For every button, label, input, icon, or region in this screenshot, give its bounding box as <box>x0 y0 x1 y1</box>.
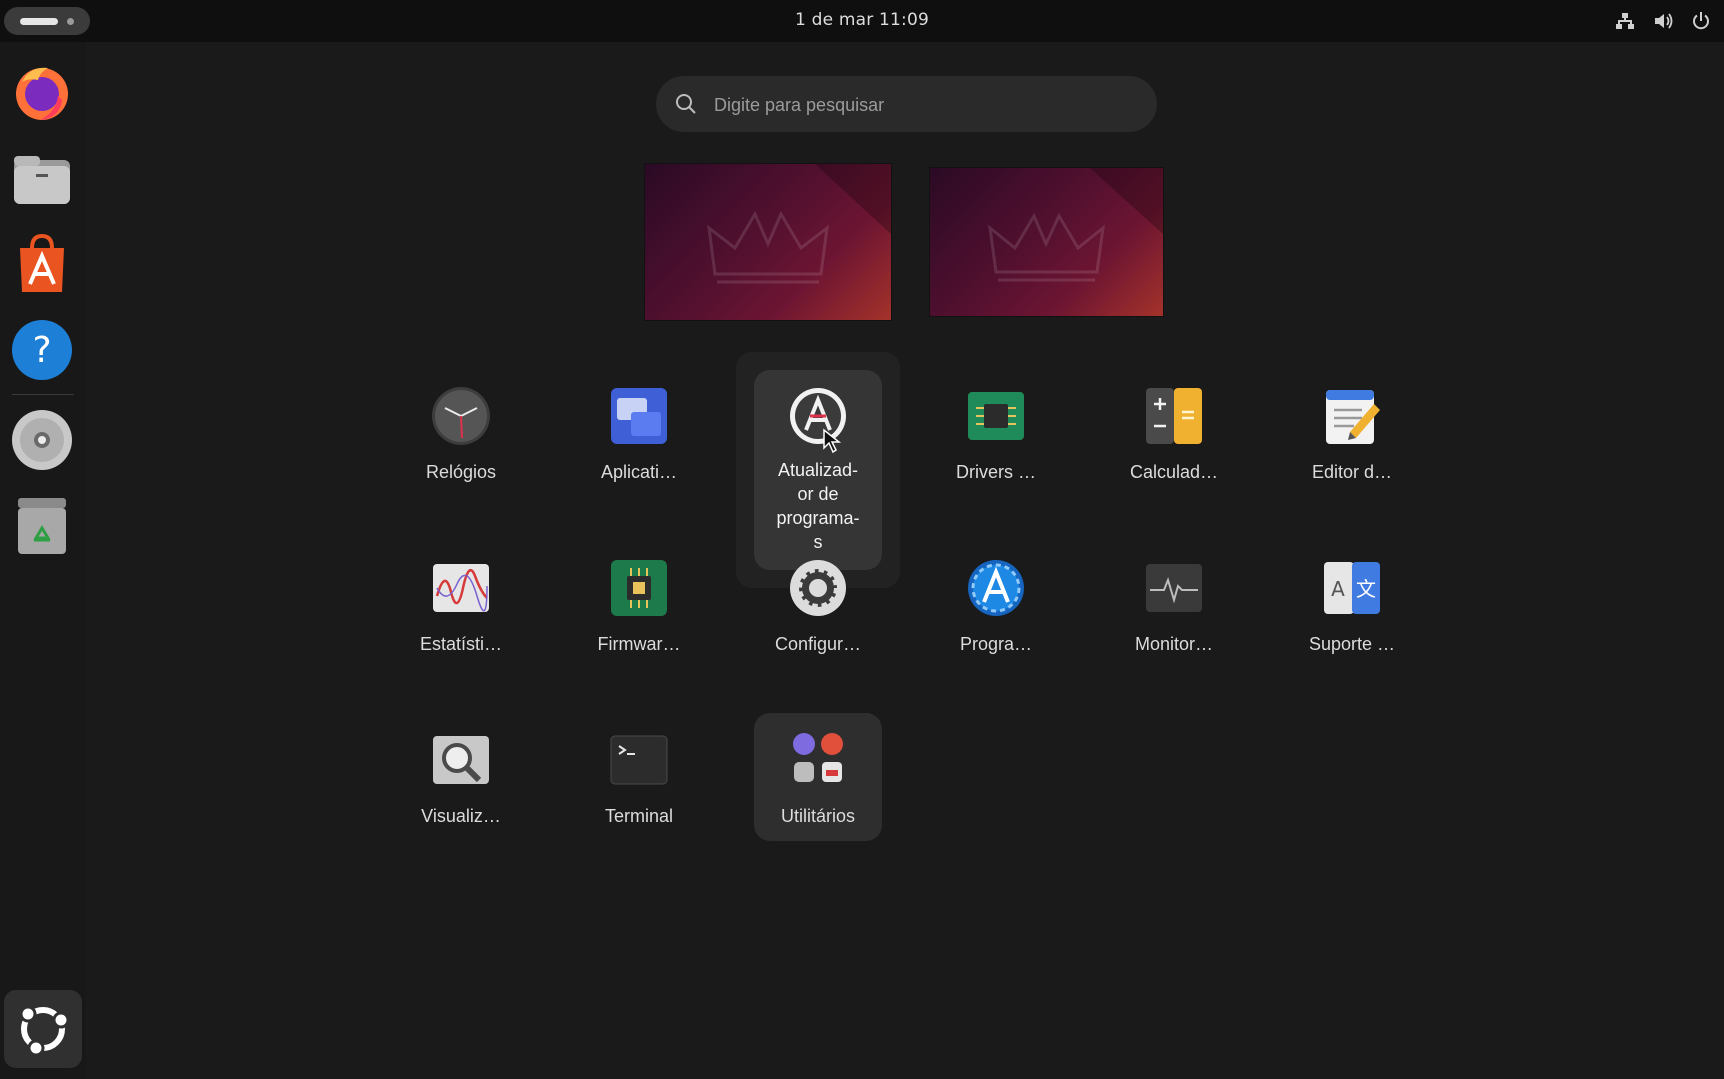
files-icon[interactable] <box>10 146 74 210</box>
folder-grid-icon <box>788 730 848 790</box>
dock-separator <box>12 394 74 395</box>
app-label: Aplicati… <box>600 462 678 482</box>
app-label: Drivers … <box>956 462 1036 482</box>
top-bar: 1 de mar 11:09 <box>0 0 1724 42</box>
app-drivers[interactable]: Drivers … <box>932 386 1060 516</box>
app-firmware[interactable]: Firmwar… <box>575 558 703 688</box>
app-label: Monitor… <box>1134 634 1214 654</box>
search-bar[interactable] <box>656 76 1157 132</box>
dock: ? <box>0 42 86 1079</box>
window-icon <box>609 386 669 446</box>
app-label: Terminal <box>604 806 674 826</box>
workspace-thumbnail-2[interactable] <box>930 168 1163 316</box>
app-applications[interactable]: Aplicati… <box>575 386 703 516</box>
app-system-monitor[interactable]: Monitor… <box>1110 558 1238 688</box>
terminal-icon <box>609 730 669 790</box>
ubuntu-wallpaper-crown <box>988 168 1163 282</box>
app-label: Suporte … <box>1308 634 1396 654</box>
disc-icon[interactable] <box>10 408 74 472</box>
language-icon: A文 <box>1322 558 1382 618</box>
app-label: Calculad… <box>1129 462 1219 482</box>
text-editor-icon <box>1322 386 1382 446</box>
ubuntu-wallpaper-crown <box>707 164 891 284</box>
clock-icon <box>431 386 491 446</box>
app-label: Utilitários <box>780 806 855 826</box>
statistics-icon <box>431 558 491 618</box>
help-icon[interactable]: ? <box>10 318 74 382</box>
workspace-thumbnail-1[interactable] <box>645 164 891 320</box>
software-updates-icon <box>966 558 1026 618</box>
system-tray[interactable] <box>1614 10 1712 32</box>
search-icon <box>674 92 698 116</box>
app-label-software-updater: Atualizad- or de programa- s <box>776 460 860 552</box>
app-power-statistics[interactable]: Estatísti… <box>397 558 525 688</box>
app-text-editor[interactable]: Editor d… <box>1288 386 1416 516</box>
app-settings[interactable]: Configur… <box>754 558 882 688</box>
app-label: Progra… <box>959 634 1033 654</box>
app-label: Editor d… <box>1311 462 1393 482</box>
folder-utilities[interactable]: Utilitários <box>754 730 882 860</box>
svg-text:文: 文 <box>1356 577 1376 601</box>
app-language-support[interactable]: A文 Suporte … <box>1288 558 1416 688</box>
firefox-icon[interactable] <box>10 60 74 124</box>
chip-icon <box>966 386 1026 446</box>
firmware-chip-icon <box>609 558 669 618</box>
app-label: Visualiz… <box>421 806 501 826</box>
search-input[interactable] <box>712 86 1136 124</box>
app-calculator[interactable]: Calculad… <box>1110 386 1238 516</box>
show-apps-button[interactable] <box>4 990 82 1068</box>
svg-text:A: A <box>1331 577 1345 601</box>
app-label: Relógios <box>425 462 497 482</box>
svg-text:?: ? <box>32 330 51 371</box>
app-software-and-updates[interactable]: Progra… <box>932 558 1060 688</box>
app-label: Estatísti… <box>419 634 503 654</box>
monitor-pulse-icon <box>1144 558 1204 618</box>
trash-icon[interactable] <box>10 494 74 558</box>
app-label: Firmwar… <box>597 634 681 654</box>
magnifier-icon <box>431 730 491 790</box>
app-terminal[interactable]: Terminal <box>575 730 703 860</box>
calculator-icon <box>1144 386 1204 446</box>
volume-icon[interactable] <box>1652 10 1674 32</box>
app-document-viewer[interactable]: Visualiz… <box>397 730 525 860</box>
mouse-cursor-icon <box>822 428 842 454</box>
ubuntu-logo-icon <box>19 1005 70 1057</box>
app-clocks[interactable]: Relógios <box>397 386 525 516</box>
network-icon[interactable] <box>1614 10 1636 32</box>
app-center-icon[interactable] <box>10 232 74 296</box>
power-icon[interactable] <box>1690 10 1712 32</box>
app-label: Configur… <box>774 634 862 654</box>
gear-icon <box>788 558 848 618</box>
clock[interactable]: 1 de mar 11:09 <box>0 10 1724 30</box>
